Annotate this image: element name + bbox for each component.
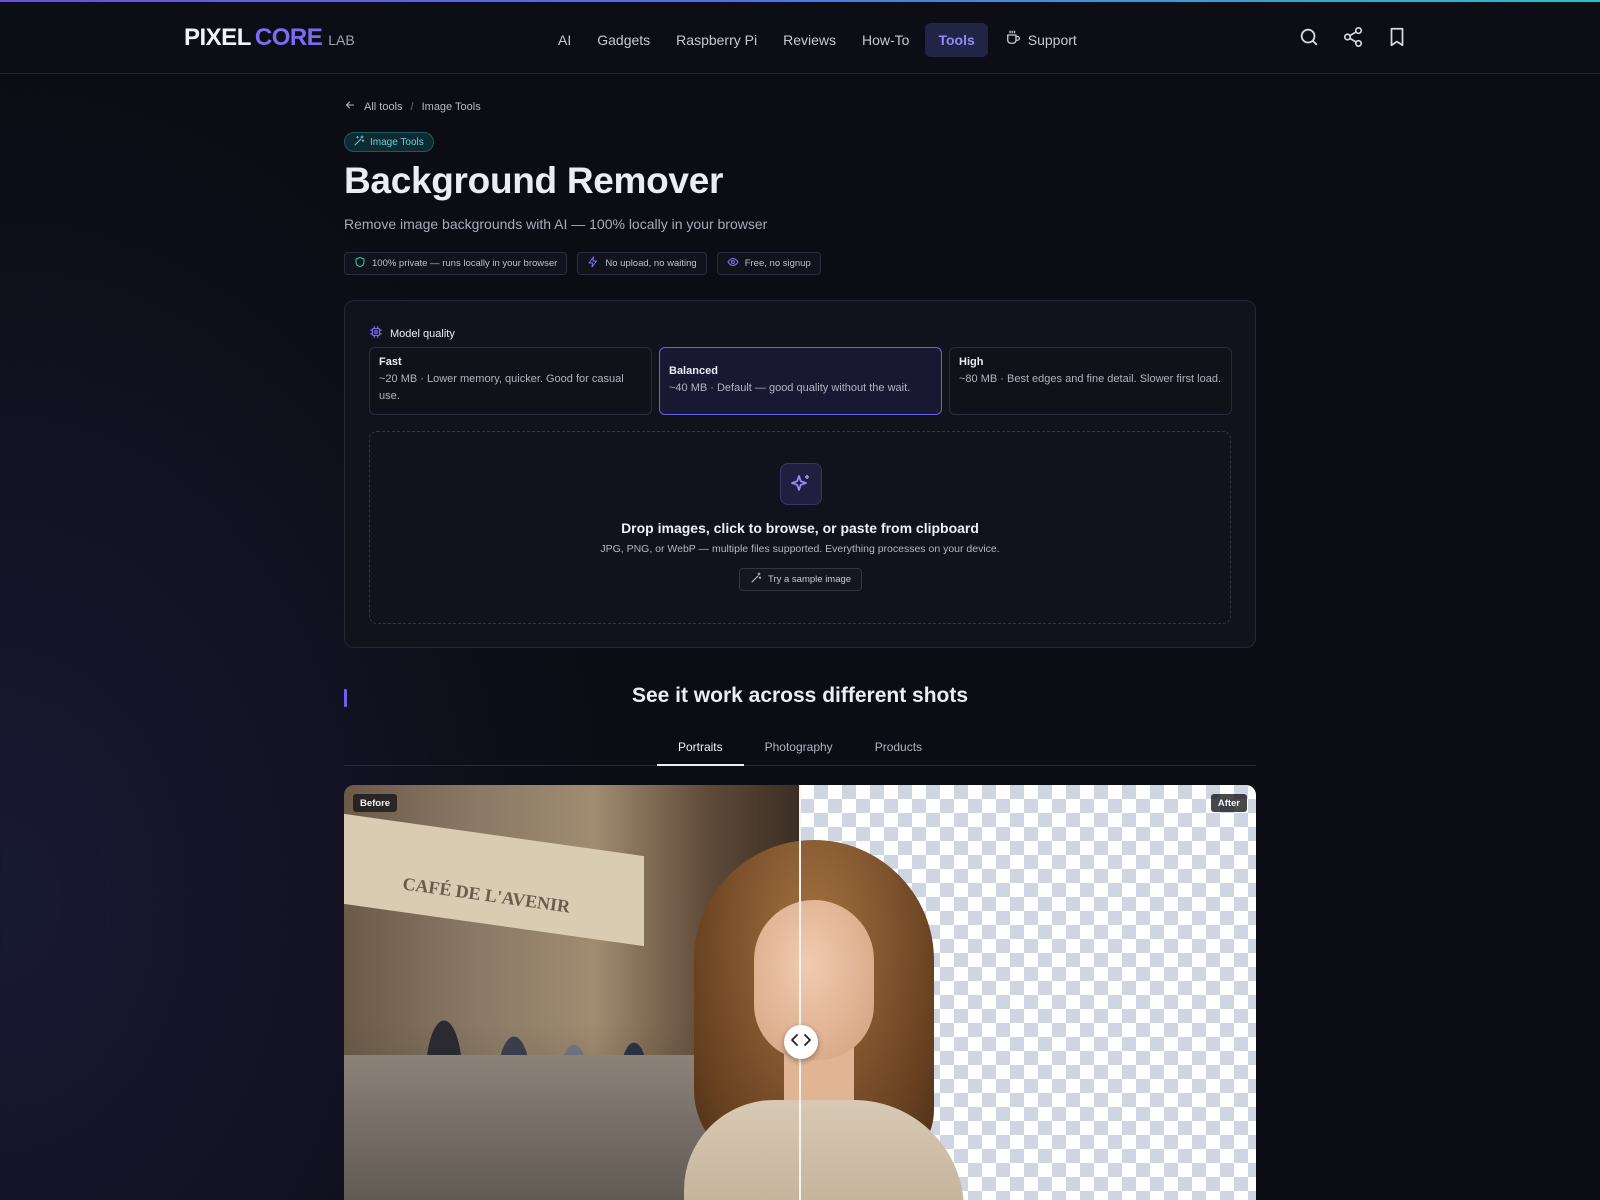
example-tabs: Portraits Photography Products bbox=[344, 736, 1256, 766]
dropzone-subtitle: JPG, PNG, or WebP — multiple files suppo… bbox=[600, 543, 1000, 555]
tab-photography[interactable]: Photography bbox=[744, 736, 854, 766]
main-nav: AI Gadgets Raspberry Pi Reviews How-To T… bbox=[548, 21, 1087, 58]
model-quality-label: Model quality bbox=[369, 325, 455, 342]
site-logo[interactable]: PIXEL CORE LAB bbox=[184, 24, 355, 52]
magic-wand-icon bbox=[750, 572, 762, 587]
nav-item-gadgets[interactable]: Gadgets bbox=[587, 24, 660, 56]
nav-item-ai[interactable]: AI bbox=[548, 24, 581, 56]
quality-option-fast[interactable]: Fast ~20 MB · Lower memory, quicker. Goo… bbox=[369, 347, 652, 415]
breadcrumb-current: Image Tools bbox=[421, 100, 481, 113]
quality-option-high[interactable]: High ~80 MB · Best edges and fine detail… bbox=[949, 347, 1232, 415]
arrow-left-icon[interactable] bbox=[344, 99, 356, 114]
image-dropzone[interactable]: Drop images, click to browse, or paste f… bbox=[369, 431, 1231, 624]
breadcrumb-all-tools-link[interactable]: All tools bbox=[364, 101, 403, 113]
nav-item-support[interactable]: Support bbox=[994, 21, 1087, 58]
magic-wand-icon bbox=[353, 135, 365, 150]
tool-card: Model quality Fast ~20 MB · Lower memory… bbox=[344, 300, 1256, 648]
logo-part-pixel: PIXEL bbox=[184, 24, 251, 51]
badge-no-upload: No upload, no waiting bbox=[577, 252, 707, 275]
portrait-subject bbox=[674, 840, 994, 1200]
nav-item-support-label: Support bbox=[1027, 31, 1077, 48]
badge-private: 100% private — runs locally in your brow… bbox=[344, 252, 568, 275]
eye-icon bbox=[727, 256, 739, 271]
comparison-slider-handle[interactable] bbox=[784, 1025, 818, 1059]
category-tag[interactable]: Image Tools bbox=[344, 132, 434, 152]
nav-item-reviews[interactable]: Reviews bbox=[773, 24, 846, 56]
header-actions bbox=[1298, 26, 1408, 48]
quality-option-balanced[interactable]: Balanced ~40 MB · Default — good quality… bbox=[659, 347, 942, 415]
search-icon[interactable] bbox=[1298, 26, 1320, 48]
quality-option-desc: ~40 MB · Default — good quality without … bbox=[669, 382, 911, 394]
tab-products[interactable]: Products bbox=[854, 736, 943, 766]
breadcrumb: All tools / Image Tools bbox=[344, 99, 481, 114]
breadcrumb-separator: / bbox=[410, 100, 414, 113]
badge-private-label: 100% private — runs locally in your brow… bbox=[372, 258, 558, 269]
model-quality-text: Model quality bbox=[390, 327, 455, 340]
sparkles-icon bbox=[780, 463, 822, 505]
coffee-cup-icon bbox=[1004, 29, 1022, 50]
quality-option-desc: ~80 MB · Best edges and fine detail. Slo… bbox=[959, 373, 1222, 385]
category-tag-label: Image Tools bbox=[370, 136, 424, 148]
model-quality-options: Fast ~20 MB · Lower memory, quicker. Goo… bbox=[369, 347, 1232, 415]
site-header: PIXEL CORE LAB AI Gadgets Raspberry Pi R… bbox=[0, 2, 1600, 74]
quality-option-title: High bbox=[959, 356, 984, 368]
bolt-icon bbox=[587, 256, 599, 271]
examples-heading: See it work across different shots bbox=[631, 684, 969, 707]
logo-part-lab: LAB bbox=[328, 32, 355, 48]
after-label: After bbox=[1210, 794, 1247, 812]
before-after-comparison[interactable]: CAFÉ DE L'AVENIR Before After bbox=[344, 785, 1256, 1200]
badge-free-label: Free, no signup bbox=[744, 258, 811, 269]
logo-part-core: CORE bbox=[254, 24, 323, 51]
nav-item-raspberry-pi[interactable]: Raspberry Pi bbox=[666, 24, 767, 56]
page-title: Background Remover bbox=[344, 160, 724, 201]
share-icon[interactable] bbox=[1342, 26, 1364, 48]
comparison-divider[interactable] bbox=[799, 785, 801, 1200]
quality-option-desc: ~20 MB · Lower memory, quicker. Good for… bbox=[379, 373, 624, 402]
feature-badges: 100% private — runs locally in your brow… bbox=[344, 252, 821, 275]
dropzone-title: Drop images, click to browse, or paste f… bbox=[621, 520, 979, 536]
quality-option-title: Balanced bbox=[669, 365, 718, 377]
try-sample-button[interactable]: Try a sample image bbox=[739, 568, 863, 591]
nav-item-tools[interactable]: Tools bbox=[925, 22, 988, 57]
tab-portraits[interactable]: Portraits bbox=[656, 736, 744, 766]
before-label: Before bbox=[353, 794, 398, 812]
try-sample-label: Try a sample image bbox=[768, 574, 852, 585]
quality-option-title: Fast bbox=[379, 356, 402, 368]
shield-icon bbox=[354, 256, 366, 271]
page-subtitle: Remove image backgrounds with AI — 100% … bbox=[344, 216, 768, 232]
cafe-awning bbox=[344, 813, 644, 947]
badge-no-upload-label: No upload, no waiting bbox=[605, 258, 697, 269]
nav-item-how-to[interactable]: How-To bbox=[852, 24, 919, 56]
bookmark-icon[interactable] bbox=[1386, 26, 1408, 48]
cpu-chip-icon bbox=[369, 325, 383, 342]
badge-free: Free, no signup bbox=[716, 252, 821, 275]
chevrons-left-right-icon bbox=[790, 1033, 812, 1052]
